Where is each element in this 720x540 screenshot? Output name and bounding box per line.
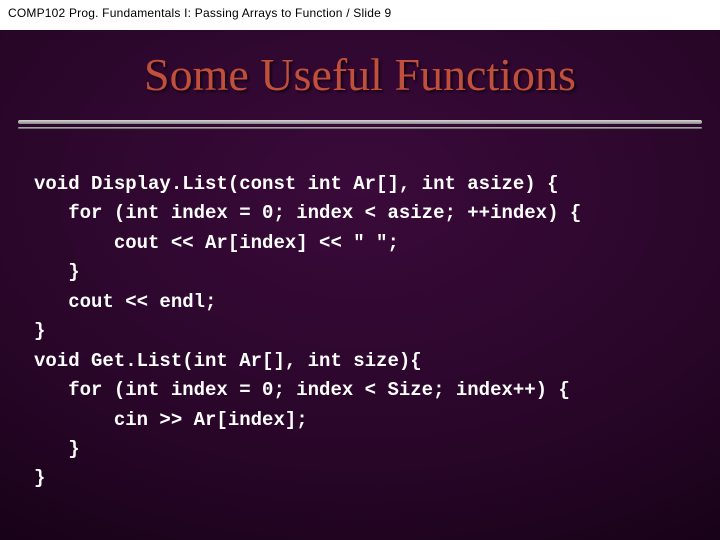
- code-line: }: [34, 320, 45, 342]
- code-line: void Display.List(const int Ar[], int as…: [34, 173, 559, 195]
- code-line: }: [34, 467, 45, 489]
- slide: COMP102 Prog. Fundamentals I: Passing Ar…: [0, 0, 720, 540]
- code-line: cout << Ar[index] << " ";: [34, 232, 399, 254]
- slide-header: COMP102 Prog. Fundamentals I: Passing Ar…: [0, 0, 720, 30]
- header-text: COMP102 Prog. Fundamentals I: Passing Ar…: [8, 6, 391, 20]
- rule-thick: [18, 120, 702, 124]
- code-block: void Display.List(const int Ar[], int as…: [34, 170, 700, 494]
- rule-thin: [18, 127, 702, 129]
- code-line: cin >> Ar[index];: [34, 409, 308, 431]
- code-line: for (int index = 0; index < asize; ++ind…: [34, 202, 581, 224]
- code-line: }: [34, 261, 80, 283]
- code-line: void Get.List(int Ar[], int size){: [34, 350, 422, 372]
- slide-title: Some Useful Functions: [0, 48, 720, 101]
- code-line: cout << endl;: [34, 291, 216, 313]
- code-line: for (int index = 0; index < Size; index+…: [34, 379, 570, 401]
- title-rule: [18, 120, 702, 129]
- code-line: }: [34, 438, 80, 460]
